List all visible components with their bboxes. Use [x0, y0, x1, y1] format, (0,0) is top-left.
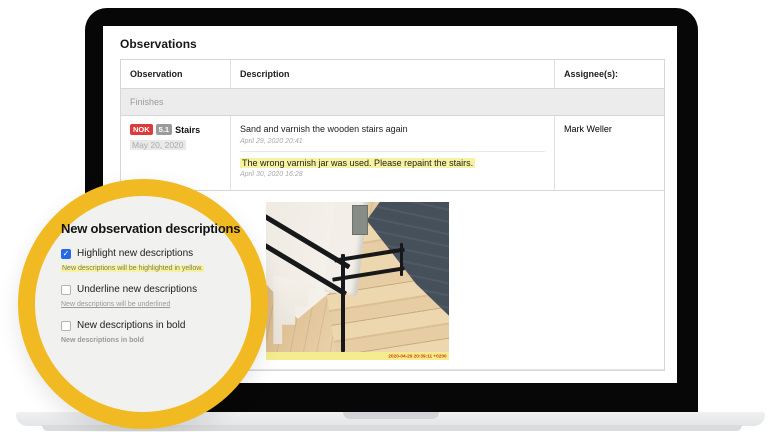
description-entry: Sand and varnish the wooden stairs again…: [240, 124, 545, 145]
observation-photo[interactable]: 2020-04-29 20:39:11 +0200: [266, 202, 449, 360]
photo-rail-post: [341, 254, 346, 353]
assignee-cell: Mark Weller: [564, 124, 612, 134]
description-cell: Sand and varnish the wooden stairs again…: [231, 116, 555, 190]
description-entry-new: The wrong varnish jar was used. Please r…: [240, 157, 545, 179]
option-note: New descriptions in bold: [61, 337, 257, 344]
laptop-base-notch: [342, 412, 439, 419]
option-label[interactable]: Underline new descriptions: [77, 284, 197, 295]
photo-rail-post: [399, 243, 403, 277]
photo-doorway: [352, 205, 369, 236]
description-divider: [240, 150, 545, 152]
screenshot-stage: Observations Observation Description Ass…: [0, 0, 768, 432]
description-timestamp: April 30, 2020 16:28: [240, 171, 303, 179]
option-highlight-new-descriptions[interactable]: ✓ Highlight new descriptions: [61, 248, 257, 259]
observation-number-badge: 5.1: [155, 124, 173, 135]
option-underline-new-descriptions[interactable]: Underline new descriptions: [61, 284, 257, 295]
column-header-observation: Observation: [121, 60, 231, 88]
note-underlined-text: New descriptions will be underlined: [61, 301, 171, 308]
table-header-row: Observation Description Assignee(s):: [121, 60, 664, 89]
option-label[interactable]: New descriptions in bold: [77, 320, 185, 331]
page-title: Observations: [120, 37, 197, 51]
magnifier-lens: New observation descriptions ✓ Highlight…: [18, 179, 268, 429]
checkbox-checked-icon[interactable]: ✓: [61, 248, 71, 259]
checkbox-unchecked-icon[interactable]: [61, 284, 71, 295]
note-bold-text: New descriptions in bold: [61, 337, 144, 344]
photo-timestamp: 2020-04-29 20:39:11 +0200: [388, 354, 447, 359]
photo-timestamp-strip: 2020-04-29 20:39:11 +0200: [266, 352, 449, 360]
section-row-finishes: Finishes: [121, 89, 664, 116]
option-new-descriptions-in-bold[interactable]: New descriptions in bold: [61, 320, 257, 331]
option-label[interactable]: Highlight new descriptions: [77, 248, 193, 259]
check-icon: ✓: [62, 248, 70, 258]
description-text-highlighted: The wrong varnish jar was used. Please r…: [240, 157, 476, 168]
status-badge-nok: NOK: [130, 124, 153, 135]
option-note: New descriptions will be highlighted in …: [61, 265, 257, 272]
observation-name: Stairs: [175, 125, 201, 135]
option-note: New descriptions will be underlined: [61, 301, 257, 308]
note-highlighted-text: New descriptions will be highlighted in …: [61, 265, 204, 272]
checkbox-unchecked-icon[interactable]: [61, 320, 71, 331]
description-text: Sand and varnish the wooden stairs again: [240, 124, 408, 134]
description-timestamp: April 29, 2020 20:41: [240, 137, 303, 145]
settings-title: New observation descriptions: [61, 221, 241, 236]
observation-row[interactable]: NOK 5.1 Stairs May 20, 2020 Sand and varni…: [121, 116, 664, 191]
lens-settings-panel: New observation descriptions ✓ Highlight…: [61, 221, 257, 344]
observation-date: May 20, 2020: [130, 140, 186, 150]
column-header-description: Description: [231, 60, 555, 88]
column-header-assignee: Assignee(s):: [564, 69, 619, 79]
